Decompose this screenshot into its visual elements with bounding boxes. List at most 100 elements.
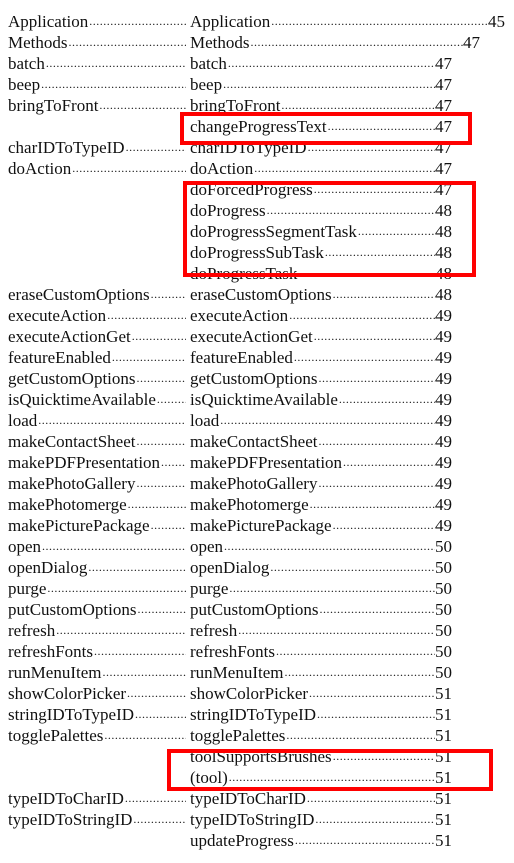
entry-name: updateProgress <box>190 831 294 850</box>
index-row: togglePalettes togglePalettes 51 <box>0 725 514 746</box>
old-index-entry: open <box>8 536 186 557</box>
entry-name: executeAction <box>8 306 107 325</box>
page-number: 49 <box>435 390 452 409</box>
old-index-entry: batch <box>8 53 186 74</box>
entry-name: openDialog <box>8 558 88 577</box>
dot-leader <box>127 494 186 515</box>
page-number: 47 <box>435 138 452 157</box>
dot-leader <box>87 557 186 578</box>
page-number: 49 <box>435 369 452 388</box>
entry-name: eraseCustomOptions <box>8 285 150 304</box>
entry-name: refresh <box>190 621 238 640</box>
dot-leader <box>316 704 435 725</box>
new-index-entry: charIDToTypeID 47 <box>190 137 452 158</box>
dot-leader <box>317 473 435 494</box>
old-index-entry: doAction <box>8 158 186 179</box>
index-row: load load 49 <box>0 410 514 431</box>
dot-leader <box>132 809 186 830</box>
dot-leader <box>156 389 186 410</box>
old-index-entry: refresh <box>8 620 186 641</box>
dot-leader <box>288 305 435 326</box>
index-row: executeAction executeAction 49 <box>0 305 514 326</box>
old-index-entry: typeIDToStringID <box>8 809 186 830</box>
dot-leader <box>40 74 186 95</box>
page-number: 49 <box>435 453 452 472</box>
dot-leader <box>98 95 186 116</box>
old-index-entry: showColorPicker <box>8 683 186 704</box>
entry-name: makePhotoGallery <box>8 474 136 493</box>
dot-leader <box>227 53 435 74</box>
dot-leader <box>318 368 435 389</box>
entry-name: batch <box>190 54 227 73</box>
new-index-entry: getCustomOptions 49 <box>190 368 452 389</box>
page-number: 51 <box>435 789 452 808</box>
index-row: typeIDToStringID typeIDToStringID 51 <box>0 809 514 830</box>
index-row: eraseCustomOptions eraseCustomOptions 48 <box>0 284 514 305</box>
dot-leader <box>68 32 187 53</box>
index-row: featureEnabled featureEnabled 49 <box>0 347 514 368</box>
page-number: 47 <box>435 180 452 199</box>
entry-name: refreshFonts <box>190 642 275 661</box>
dot-leader <box>131 326 186 347</box>
index-row: makePDFPresentation makePDFPresentation … <box>0 452 514 473</box>
entry-name: beep <box>190 75 223 94</box>
new-index-entry: showColorPicker 51 <box>190 683 452 704</box>
old-index-entry: executeActionGet <box>8 326 186 347</box>
entry-name: bringToFront <box>190 96 281 115</box>
new-index-entry: updateProgress 51 <box>190 830 452 851</box>
new-index-entry: changeProgressText 47 <box>190 116 452 137</box>
index-row: doProgressSegmentTask 48 <box>0 221 514 242</box>
new-index-entry: togglePalettes 51 <box>190 725 452 746</box>
dot-leader <box>101 662 186 683</box>
new-index-entry: stringIDToTypeID 51 <box>190 704 452 725</box>
page-number: 48 <box>435 243 452 262</box>
dot-leader <box>228 767 435 788</box>
page-number: 48 <box>435 201 452 220</box>
dot-leader <box>332 746 435 767</box>
page-number: 51 <box>435 705 452 724</box>
page-number: 50 <box>435 600 452 619</box>
entry-name: getCustomOptions <box>190 369 318 388</box>
entry-name: isQuicktimeAvailable <box>8 390 156 409</box>
dot-leader <box>269 557 435 578</box>
entry-name: refresh <box>8 621 56 640</box>
old-index-entry: runMenuItem <box>8 662 186 683</box>
dot-leader <box>285 725 435 746</box>
old-index-entry: togglePalettes <box>8 725 186 746</box>
old-index-entry: executeAction <box>8 305 186 326</box>
entry-name: (tool) <box>190 768 228 787</box>
index-row: purge purge 50 <box>0 578 514 599</box>
page-number: 47 <box>435 159 452 178</box>
dot-leader <box>46 578 186 599</box>
dot-leader <box>270 11 488 32</box>
old-index-entry: makePhotomerge <box>8 494 186 515</box>
page-number: 50 <box>435 663 452 682</box>
entry-name: stringIDToTypeID <box>8 705 135 724</box>
dot-leader <box>160 452 186 473</box>
dot-leader <box>55 620 186 641</box>
entry-name: doProgressTask <box>190 264 298 283</box>
index-row: open open 50 <box>0 536 514 557</box>
entry-name: doProgressSegmentTask <box>190 222 357 241</box>
entry-name: doAction <box>190 159 254 178</box>
dot-leader <box>124 788 186 809</box>
dot-leader <box>222 74 435 95</box>
page-number: 48 <box>435 285 452 304</box>
entry-name: putCustomOptions <box>190 600 319 619</box>
entry-name: stringIDToTypeID <box>190 705 317 724</box>
old-index-entry: typeIDToCharID <box>8 788 186 809</box>
index-row: stringIDToTypeID stringIDToTypeID 51 <box>0 704 514 725</box>
page-number: 47 <box>463 33 480 52</box>
new-index-entry: batch 47 <box>190 53 452 74</box>
new-index-entry: makePhotomerge 49 <box>190 494 452 515</box>
entry-name: featureEnabled <box>190 348 293 367</box>
dot-leader <box>324 242 435 263</box>
dot-leader <box>266 200 435 221</box>
entry-name: load <box>190 411 220 430</box>
entry-name: Methods <box>8 33 68 52</box>
entry-name: doProgressSubTask <box>190 243 324 262</box>
old-index-entry: makePDFPresentation <box>8 452 186 473</box>
entry-name: executeActionGet <box>190 327 313 346</box>
page-number: 49 <box>435 348 452 367</box>
new-index-entry: load 49 <box>190 410 452 431</box>
